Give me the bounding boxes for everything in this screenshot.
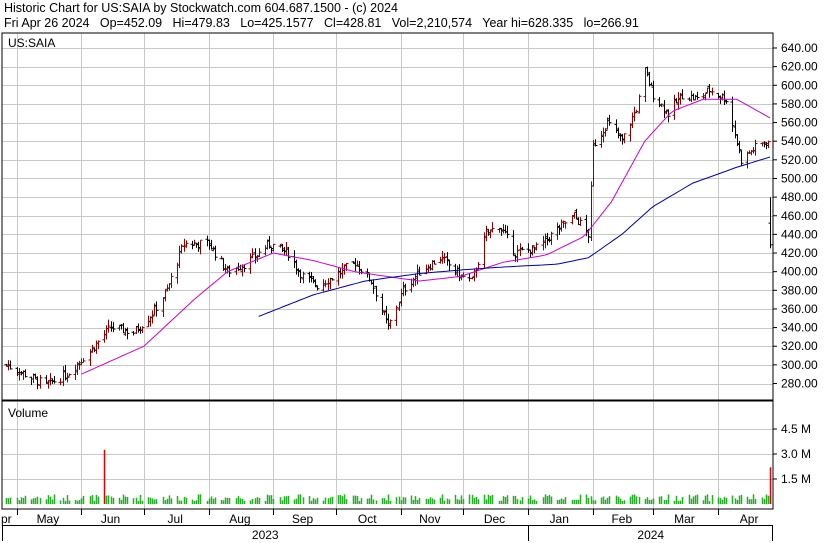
volume-bars xyxy=(5,449,772,504)
volume-tick-label: 1.5 M xyxy=(781,472,811,486)
price-axis-ticks: 280.00 300.00 320.00 340.00 360.00 380.00 400.… xyxy=(773,41,818,391)
ticker-label: US:SAIA xyxy=(8,36,56,50)
price-tick-label: 360.00 xyxy=(781,302,818,316)
price-tick-label: 640.00 xyxy=(781,41,818,55)
price-tick-label: 380.00 xyxy=(781,283,818,297)
month-label: May xyxy=(37,512,60,526)
price-tick-label: 500.00 xyxy=(781,171,818,185)
volume-label: Volume xyxy=(8,406,49,420)
year-axis-ticks: 2023 2024 xyxy=(2,525,773,542)
month-label: Jan xyxy=(550,512,569,526)
month-label: Aug xyxy=(229,512,250,526)
ma-long-line xyxy=(258,156,771,317)
volume-tick-label: 3.0 M xyxy=(781,447,811,461)
month-label: Jun xyxy=(101,512,120,526)
price-tick-label: 320.00 xyxy=(781,339,818,353)
price-tick-label: 460.00 xyxy=(781,209,818,223)
chart-header-stats: Fri Apr 26 2024 Op=452.09 Hi=479.83 Lo=4… xyxy=(4,16,639,30)
month-axis-ticks: pr May Jun Jul Aug Sep Oct Nov Dec Jan Feb Mar Apr xyxy=(1,509,773,526)
month-label: Sep xyxy=(292,512,314,526)
price-tick-label: 340.00 xyxy=(781,321,818,335)
month-label: Nov xyxy=(419,512,440,526)
ma-short-line xyxy=(81,98,771,375)
price-tick-label: 540.00 xyxy=(781,134,818,148)
price-tick-label: 620.00 xyxy=(781,60,818,74)
year-label-2023: 2023 xyxy=(252,528,279,542)
month-label: Jul xyxy=(168,512,183,526)
month-label: Feb xyxy=(611,512,632,526)
price-tick-label: 400.00 xyxy=(781,265,818,279)
price-tick-label: 420.00 xyxy=(781,246,818,260)
price-bars xyxy=(4,66,773,390)
price-tick-label: 440.00 xyxy=(781,227,818,241)
month-label: pr xyxy=(1,512,12,526)
price-tick-label: 560.00 xyxy=(781,116,818,130)
month-label: Mar xyxy=(674,512,695,526)
volume-tick-label: 4.5 M xyxy=(781,422,811,436)
price-grid xyxy=(2,33,773,400)
chart-header-title: Historic Chart for US:SAIA by Stockwatch… xyxy=(4,1,398,15)
stock-chart: 280.00 300.00 320.00 340.00 360.00 380.00 400.… xyxy=(1,32,818,542)
month-label: Apr xyxy=(740,512,759,526)
price-tick-label: 580.00 xyxy=(781,97,818,111)
price-tick-label: 600.00 xyxy=(781,78,818,92)
month-label: Oct xyxy=(358,512,377,526)
volume-grid xyxy=(2,401,773,509)
price-tick-label: 520.00 xyxy=(781,153,818,167)
price-tick-label: 300.00 xyxy=(781,358,818,372)
price-tick-label: 480.00 xyxy=(781,190,818,204)
month-label: Dec xyxy=(484,512,505,526)
volume-axis-ticks: 1.5 M 3.0 M 4.5 M xyxy=(773,422,811,486)
year-label-2024: 2024 xyxy=(637,528,664,542)
price-tick-label: 280.00 xyxy=(781,377,818,391)
